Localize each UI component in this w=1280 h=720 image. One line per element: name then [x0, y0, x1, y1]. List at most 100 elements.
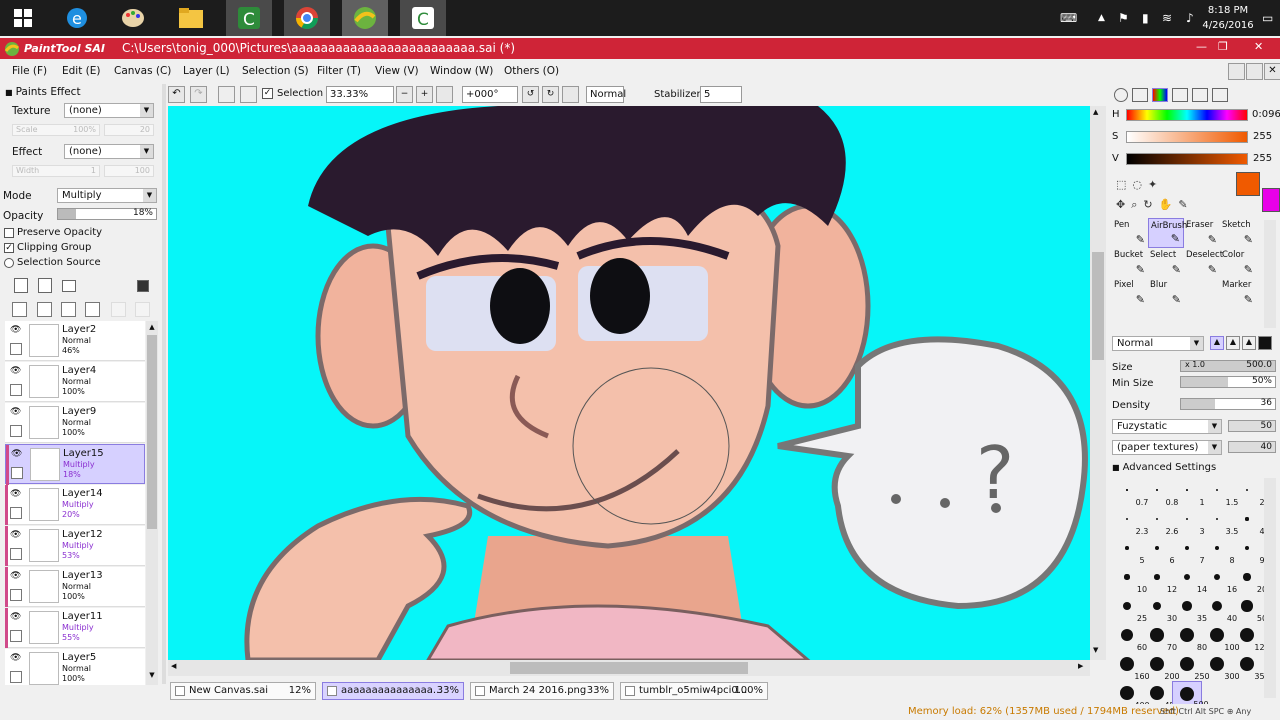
stabilizer-select[interactable]: 5 [700, 86, 742, 103]
zoom-in-button[interactable]: + [416, 86, 433, 103]
radio-circle[interactable] [4, 257, 14, 268]
brush-size-preset[interactable]: 0.7 [1112, 478, 1148, 508]
tool-button[interactable]: Sketch ✎ [1220, 218, 1256, 248]
document-tab[interactable]: tumblr_o5miw4pci0... 100% [620, 682, 768, 700]
eye-icon[interactable]: 👁 [10, 366, 21, 376]
brush-size-preset[interactable]: 12 [1142, 565, 1177, 595]
layer-row[interactable]: 👁 Layer13 Normal 100% [5, 567, 145, 607]
lock-toggle[interactable] [11, 467, 23, 479]
brush-size-preset[interactable]: 8 [1202, 536, 1235, 566]
tray-expand-icon[interactable]: ▲ [1098, 10, 1105, 26]
layer-row[interactable]: 👁 Layer9 Normal 100% [5, 403, 145, 443]
blend-mode-select[interactable]: Multiply ▼ [57, 188, 157, 203]
rotate-reset-button[interactable] [562, 86, 579, 103]
system-clock[interactable]: 8:18 PM 4/26/2016 [1200, 3, 1256, 33]
advanced-settings-toggle[interactable]: ■ Advanced Settings [1112, 462, 1216, 473]
brush-size-preset[interactable]: 2.6 [1142, 507, 1178, 537]
brush-size-preset[interactable]: 250 [1172, 652, 1210, 682]
hsv-slider-icon[interactable] [1152, 88, 1168, 102]
brush-shape-solid-icon[interactable] [1258, 336, 1272, 350]
menu-layer[interactable]: Layer (L) [183, 65, 230, 77]
layer-row[interactable]: 👁 Layer15 Multiply 18% [5, 444, 145, 485]
brush-size-preset[interactable]: 16 [1202, 565, 1237, 595]
brush-size-preset[interactable]: 1 [1172, 478, 1205, 508]
lasso-icon[interactable]: ◌ [1132, 178, 1142, 191]
volume-icon[interactable]: ♪ [1186, 10, 1194, 26]
brush-size-preset[interactable]: 10 [1112, 565, 1147, 595]
undo-button[interactable]: ↶ [168, 86, 185, 103]
eye-icon[interactable]: 👁 [10, 530, 21, 540]
redo-button[interactable]: ↷ [190, 86, 207, 103]
paints-effect-header[interactable]: ■ Paints Effect [5, 86, 81, 98]
tool-button[interactable]: AirBrush ✎ [1148, 218, 1187, 248]
lock-toggle[interactable] [10, 425, 22, 437]
brush-shape-soft-icon[interactable]: ▲ [1210, 336, 1224, 350]
lock-toggle[interactable] [10, 589, 22, 601]
brush-shape-select[interactable]: Fuzystatic ▼ [1112, 419, 1222, 434]
tool-button[interactable]: Deselect ✎ [1184, 248, 1223, 278]
scroll-left-icon[interactable]: ◀ [171, 662, 176, 670]
tool-grid-scrollbar[interactable] [1264, 220, 1276, 328]
scroll-up-icon[interactable]: ▲ [147, 323, 157, 333]
scroll-up-icon[interactable]: ▲ [1093, 108, 1098, 116]
deselect-button[interactable] [218, 86, 235, 103]
panel-menu-icon[interactable] [137, 280, 149, 292]
keyboard-icon[interactable]: ⌨ [1060, 10, 1077, 26]
notifications-icon[interactable]: ▭ [1262, 10, 1273, 26]
scroll-right-icon[interactable]: ▶ [1078, 662, 1083, 670]
brush-shape-medium-icon[interactable]: ▲ [1226, 336, 1240, 350]
saturation-slider[interactable] [1126, 131, 1248, 143]
blend-select[interactable]: Normal [586, 86, 626, 103]
selection-source-radio[interactable]: Selection Source [4, 257, 101, 268]
menu-file[interactable]: File (F) [12, 65, 47, 77]
panel-splitter[interactable] [162, 84, 166, 684]
eye-icon[interactable]: 👁 [10, 571, 21, 581]
zoom-icon[interactable]: ⌕ [1131, 198, 1137, 212]
drawing-canvas[interactable]: ? [168, 106, 1090, 660]
chrome-taskbar-button[interactable] [284, 0, 330, 36]
zoom-select[interactable]: 33.33% [326, 86, 394, 103]
brush-grid-scrollbar[interactable] [1264, 478, 1276, 698]
secondary-color-swatch[interactable] [1262, 188, 1280, 212]
menu-filter[interactable]: Filter (T) [317, 65, 361, 77]
shape-strength-slider[interactable]: 50 [1228, 420, 1276, 432]
canvas-vertical-scrollbar[interactable]: ▲ ▼ [1090, 106, 1106, 660]
scroll-down-icon[interactable]: ▼ [147, 671, 157, 681]
invert-selection-button[interactable] [240, 86, 257, 103]
layer-row[interactable]: 👁 Layer12 Multiply 53% [5, 526, 145, 566]
tool-button[interactable]: Select ✎ [1148, 248, 1184, 278]
close-button[interactable]: ✕ [1254, 40, 1263, 53]
scroll-thumb[interactable] [147, 335, 157, 529]
swatches-icon[interactable] [1172, 88, 1188, 102]
brush-size-preset[interactable]: 100 [1202, 623, 1240, 653]
brush-size-preset[interactable]: 7 [1172, 536, 1205, 566]
tool-button[interactable]: Pixel ✎ [1112, 278, 1148, 308]
battery-icon[interactable]: ▮ [1142, 10, 1149, 26]
brush-size-preset[interactable]: 60 [1112, 623, 1147, 653]
texture-select[interactable]: (none) ▼ [64, 103, 154, 118]
scratchpad-icon[interactable] [1212, 88, 1228, 102]
rgb-slider-icon[interactable] [1132, 88, 1148, 102]
explorer-taskbar-button[interactable] [168, 0, 214, 36]
eye-icon[interactable]: 👁 [11, 449, 22, 459]
brush-size-preset[interactable]: 80 [1172, 623, 1207, 653]
brush-size-preset[interactable]: 30 [1142, 594, 1177, 624]
eyedropper-icon[interactable]: ✎ [1178, 198, 1187, 212]
lock-toggle[interactable] [10, 548, 22, 560]
preserve-opacity-checkbox[interactable]: Preserve Opacity [4, 227, 102, 238]
scroll-thumb[interactable] [1092, 252, 1104, 360]
brush-size-preset[interactable]: 3.5 [1202, 507, 1238, 537]
minimize-button[interactable]: — [1196, 40, 1207, 53]
scroll-down-icon[interactable]: ▼ [1093, 646, 1098, 654]
rotate-left-button[interactable]: ↺ [522, 86, 539, 103]
brush-size-preset[interactable]: 20 [1232, 565, 1267, 595]
rotate-icon[interactable]: ↻ [1143, 198, 1152, 212]
layer-row[interactable]: 👁 Layer14 Multiply 20% [5, 485, 145, 525]
layer-list-scrollbar[interactable]: ▲ ▼ [146, 321, 158, 685]
user-swatches-icon[interactable] [1192, 88, 1208, 102]
layer-row[interactable]: 👁 Layer5 Normal 100% [5, 649, 145, 685]
menu-selection[interactable]: Selection (S) [242, 65, 309, 77]
document-tab[interactable]: March 24 2016.png 33% [470, 682, 614, 700]
brush-size-preset[interactable]: 50 [1232, 594, 1267, 624]
brush-size-preset[interactable]: 35 [1172, 594, 1207, 624]
